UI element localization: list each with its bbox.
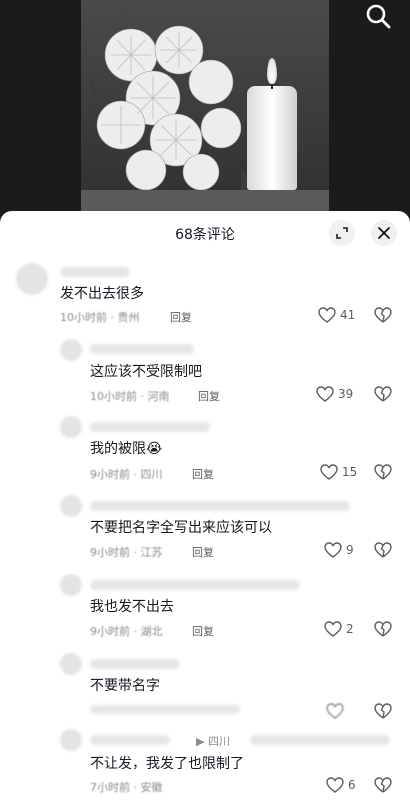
like-count: 15	[342, 465, 358, 479]
comment-time: 10小时前	[90, 390, 137, 403]
close-icon	[378, 227, 390, 239]
like-button[interactable]: 9	[324, 542, 354, 558]
like-button[interactable]: 41	[318, 307, 355, 323]
broken-heart-icon[interactable]	[374, 703, 392, 719]
avatar[interactable]	[60, 574, 82, 596]
comments-header: 68条评论	[0, 211, 410, 255]
candle-flame	[267, 58, 277, 84]
avatar[interactable]	[60, 729, 82, 751]
username[interactable]	[90, 501, 350, 511]
avatar[interactable]	[60, 339, 82, 361]
search-icon	[366, 4, 391, 29]
comment-text: 这应该不受限制吧	[90, 364, 202, 380]
comment-location: 四川	[140, 468, 163, 481]
comment-time: 9小时前	[90, 625, 130, 638]
comment-text: 不让发，我发了也限制了	[90, 756, 244, 772]
expand-icon	[336, 227, 348, 239]
comment-time: 9小时前	[90, 546, 130, 559]
comment-text: 不要把名字全写出来应该可以	[90, 520, 272, 536]
broken-heart-icon[interactable]	[374, 464, 392, 480]
username[interactable]	[90, 344, 194, 354]
heart-icon	[318, 307, 336, 323]
avatar[interactable]	[60, 416, 82, 438]
reply-button[interactable]: 回复	[170, 309, 192, 325]
video-background	[0, 0, 410, 215]
close-button[interactable]	[371, 220, 397, 246]
comment-location: 安徽	[140, 781, 163, 794]
heart-icon	[326, 777, 344, 793]
heart-icon[interactable]	[326, 703, 344, 719]
avatar[interactable]	[60, 653, 82, 675]
reply-button[interactable]: 回复	[192, 623, 214, 639]
like-count: 41	[340, 308, 356, 322]
comment-text: 我也发不出去	[90, 599, 174, 615]
comment-meta: 10小时前 · 河南	[90, 390, 170, 403]
comment-location: 河南	[147, 390, 170, 403]
username[interactable]	[90, 735, 170, 745]
comment-meta: 10小时前 · 贵州	[60, 311, 140, 324]
comment-location: 贵州	[117, 311, 140, 324]
username[interactable]	[60, 267, 130, 277]
comment-meta-blurred	[90, 705, 240, 714]
reply-button[interactable]: 回复	[198, 388, 220, 404]
like-button[interactable]: 15	[320, 464, 357, 480]
comment-text: 我的被限😭	[90, 441, 163, 457]
comment-time: 10小时前	[60, 311, 107, 324]
broken-heart-icon[interactable]	[374, 307, 392, 323]
expand-button[interactable]	[329, 220, 355, 246]
reply-to-location: ▶ 四川	[196, 735, 230, 748]
like-count: 9	[346, 543, 354, 557]
comment-time: 7小时前	[90, 781, 130, 794]
candle	[247, 86, 297, 190]
heart-icon	[324, 621, 342, 637]
like-count: 2	[346, 622, 354, 636]
like-count: 39	[338, 387, 354, 401]
username-blurred	[250, 735, 390, 745]
reply-button[interactable]: 回复	[192, 544, 214, 560]
comment-meta: 9小时前 · 湖北	[90, 625, 163, 638]
broken-heart-icon[interactable]	[374, 777, 392, 793]
like-button[interactable]: 39	[316, 386, 353, 402]
reply-button[interactable]: 回复	[192, 466, 214, 482]
avatar[interactable]	[60, 495, 82, 517]
broken-heart-icon[interactable]	[374, 386, 392, 402]
broken-heart-icon[interactable]	[374, 542, 392, 558]
search-button[interactable]	[364, 2, 394, 32]
like-button[interactable]: 6	[326, 777, 356, 793]
username[interactable]	[90, 659, 180, 669]
like-button[interactable]: 2	[324, 621, 354, 637]
username[interactable]	[90, 580, 300, 590]
comment-meta: 7小时前 · 安徽	[90, 781, 163, 794]
avatar[interactable]	[16, 263, 48, 295]
memorial-photo	[81, 0, 329, 215]
comment-text: 不要带名字	[90, 678, 160, 694]
comment-location: 湖北	[140, 625, 163, 638]
heart-icon	[320, 464, 338, 480]
comment-meta: 9小时前 · 四川	[90, 468, 163, 481]
heart-icon	[324, 542, 342, 558]
heart-icon	[316, 386, 334, 402]
like-count: 6	[348, 778, 356, 792]
username[interactable]	[90, 422, 210, 432]
broken-heart-icon[interactable]	[374, 621, 392, 637]
comment-time: 9小时前	[90, 468, 130, 481]
comments-sheet: 68条评论 发不出去很多 10小时前 · 贵州 回复 41 这应该不受限制吧 1…	[0, 211, 410, 800]
comment-location: 江苏	[140, 546, 163, 559]
comment-meta: 9小时前 · 江苏	[90, 546, 163, 559]
chrysanthemum-bouquet	[91, 25, 261, 195]
comment-text: 发不出去很多	[60, 286, 144, 302]
